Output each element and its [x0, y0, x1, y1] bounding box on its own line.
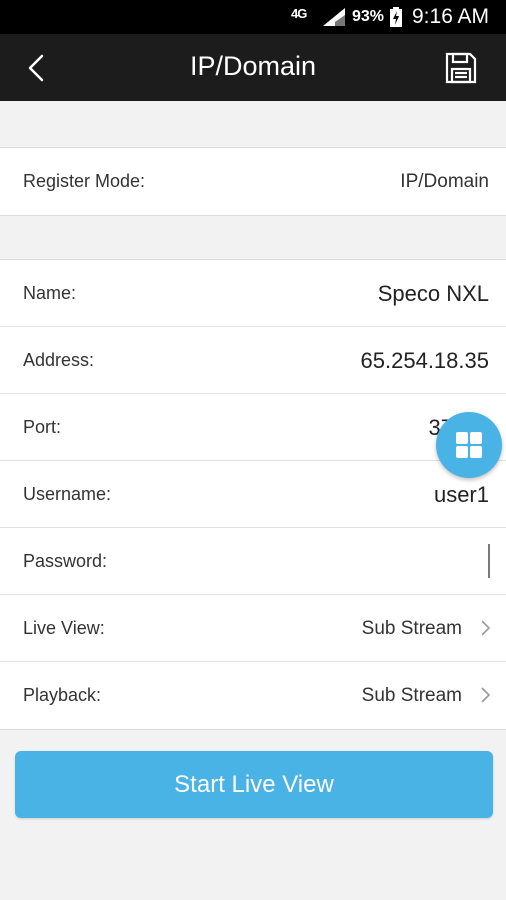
battery-charging-icon — [390, 7, 402, 27]
port-row[interactable]: Port: 37 — [0, 394, 506, 461]
register-mode-value: IP/Domain — [400, 171, 489, 192]
signal-icon — [323, 8, 345, 26]
address-field[interactable]: 65.254.18.35 — [361, 327, 489, 394]
password-row[interactable]: Password: — [0, 528, 506, 595]
chevron-right-icon — [481, 687, 490, 703]
live-view-row[interactable]: Live View: Sub Stream — [0, 595, 506, 662]
name-row[interactable]: Name: Speco NXL — [0, 260, 506, 327]
page-title: IP/Domain — [189, 51, 317, 81]
network-type: 4G — [291, 6, 307, 21]
start-live-view-button[interactable]: Start Live View — [15, 751, 493, 818]
floating-menu-button[interactable] — [436, 412, 502, 478]
save-button[interactable] — [444, 52, 478, 84]
name-field[interactable]: Speco NXL — [378, 260, 489, 327]
username-label: Username: — [23, 484, 112, 504]
port-label: Port: — [23, 417, 62, 437]
playback-row[interactable]: Playback: Sub Stream — [0, 662, 506, 729]
name-label: Name: — [23, 283, 77, 303]
live-view-label: Live View: — [23, 618, 105, 638]
register-mode-label: Register Mode: — [23, 171, 146, 191]
text-cursor — [488, 544, 490, 578]
username-row[interactable]: Username: user1 — [0, 461, 506, 528]
playback-value: Sub Stream — [361, 685, 462, 706]
status-bar: 4G 93% 9:16 AM — [0, 0, 506, 34]
password-label: Password: — [23, 551, 108, 571]
register-mode-section: Register Mode: IP/Domain — [0, 147, 506, 216]
live-view-value: Sub Stream — [361, 618, 462, 639]
battery-percent: 93% — [352, 8, 385, 25]
address-label: Address: — [23, 350, 95, 370]
register-mode-row[interactable]: Register Mode: IP/Domain — [0, 148, 506, 215]
floppy-disk-icon — [445, 52, 477, 84]
clock: 9:16 AM — [412, 5, 490, 28]
app-bar: IP/Domain — [0, 34, 506, 101]
chevron-right-icon — [481, 620, 490, 636]
device-settings-section: Name: Speco NXL Address: 65.254.18.35 Po… — [0, 259, 506, 730]
address-row[interactable]: Address: 65.254.18.35 — [0, 327, 506, 394]
playback-label: Playback: — [23, 685, 102, 705]
